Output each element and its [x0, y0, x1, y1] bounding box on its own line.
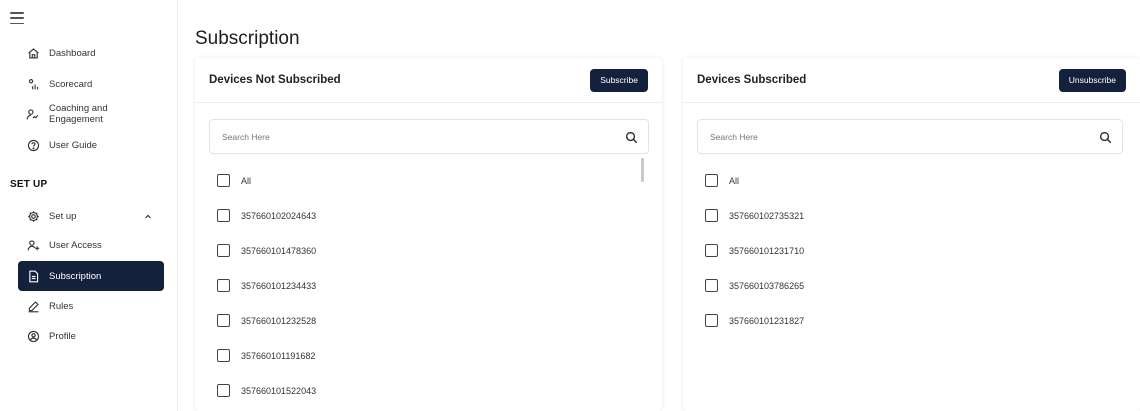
device-label: All	[729, 175, 740, 186]
sidebar-item-dashboard[interactable]: Dashboard	[18, 38, 164, 68]
device-list: All 357660102735321 357660101231710 3576…	[705, 163, 804, 338]
devices-not-subscribed-panel: Devices Not Subscribed Subscribe Search …	[195, 58, 662, 411]
search-input[interactable]: Search Here	[697, 119, 1123, 154]
sidebar-item-label: Rules	[49, 300, 74, 312]
list-item[interactable]: 357660101478360	[217, 233, 316, 268]
sidebar-item-label: Set up	[49, 210, 77, 222]
panel-header: Devices Subscribed Unsubscribe	[683, 58, 1140, 103]
sidebar-item-label: Dashboard	[49, 47, 96, 59]
gear-icon	[26, 209, 40, 223]
scorecard-icon	[26, 77, 40, 91]
sidebar-item-label: Scorecard	[49, 78, 93, 90]
list-item[interactable]: All	[217, 163, 316, 198]
sidebar-item-label: Coaching and Engagement	[48, 103, 108, 125]
device-label: 357660102024643	[241, 210, 317, 221]
panel-title: Devices Not Subscribed	[209, 74, 341, 86]
checkbox[interactable]	[217, 314, 230, 327]
panel-header: Devices Not Subscribed Subscribe	[195, 58, 662, 103]
search-icon[interactable]	[625, 131, 638, 144]
sidebar-item-scorecard[interactable]: Scorecard	[18, 69, 164, 99]
sidebar-item-coaching[interactable]: Coaching and Engagement	[18, 99, 164, 129]
section-title-setup: SET UP	[10, 179, 48, 190]
search-placeholder: Search Here	[710, 131, 758, 142]
checkbox[interactable]	[217, 279, 230, 292]
document-icon	[26, 269, 40, 283]
list-item[interactable]: 357660101231710	[705, 233, 804, 268]
device-label: 357660101231827	[729, 315, 805, 326]
list-item[interactable]: 357660101231827	[705, 303, 804, 338]
sidebar-item-rules[interactable]: Rules	[18, 291, 164, 321]
help-circle-icon	[26, 138, 40, 152]
device-label: 357660102735321	[729, 210, 805, 221]
device-label: 357660101231710	[729, 245, 805, 256]
menu-icon[interactable]	[10, 12, 24, 24]
checkbox[interactable]	[705, 209, 718, 222]
sidebar-item-setup[interactable]: Set up	[18, 201, 164, 231]
list-item[interactable]: 357660101191682	[217, 338, 316, 373]
checkbox[interactable]	[705, 279, 718, 292]
list-item[interactable]: 357660101234433	[217, 268, 316, 303]
checkbox[interactable]	[217, 244, 230, 257]
sidebar-item-profile[interactable]: Profile	[18, 321, 164, 351]
devices-subscribed-panel: Devices Subscribed Unsubscribe Search He…	[683, 58, 1140, 411]
checkbox[interactable]	[705, 174, 718, 187]
sidebar-item-user-guide[interactable]: User Guide	[18, 130, 164, 160]
sidebar-item-subscription[interactable]: Subscription	[18, 261, 164, 291]
search-icon[interactable]	[1099, 131, 1112, 144]
search-input[interactable]: Search Here	[209, 119, 649, 154]
sidebar-item-user-access[interactable]: User Access	[18, 230, 164, 260]
scrollbar[interactable]	[641, 158, 644, 182]
search-placeholder: Search Here	[222, 131, 270, 142]
device-label: 357660101478360	[241, 245, 317, 256]
edit-icon	[26, 299, 40, 313]
checkbox[interactable]	[217, 209, 230, 222]
device-label: 357660103786265	[729, 280, 805, 291]
page-title: Subscription	[195, 28, 300, 49]
user-plus-icon	[26, 238, 40, 252]
chevron-up-icon[interactable]	[144, 212, 152, 220]
subscribe-button[interactable]: Subscribe	[590, 68, 648, 92]
home-icon	[26, 46, 40, 60]
unsubscribe-button[interactable]: Unsubscribe	[1058, 68, 1126, 92]
list-item[interactable]: 357660102735321	[705, 198, 804, 233]
list-item[interactable]: 357660101522043	[217, 373, 316, 408]
device-label: All	[241, 175, 252, 186]
sidebar-item-label: Profile	[49, 330, 76, 342]
panel-title: Devices Subscribed	[697, 74, 807, 86]
list-item[interactable]: 357660103786265	[705, 268, 804, 303]
device-label: 357660101191682	[241, 350, 316, 361]
checkbox[interactable]	[705, 244, 718, 257]
sidebar: Dashboard Scorecard Coaching and Engagem…	[0, 0, 178, 411]
profile-icon	[26, 329, 40, 343]
list-item[interactable]: 357660101232528	[217, 303, 316, 338]
sidebar-item-label: Subscription	[49, 270, 102, 282]
checkbox[interactable]	[705, 314, 718, 327]
checkbox[interactable]	[217, 349, 230, 362]
checkbox[interactable]	[217, 174, 230, 187]
sidebar-item-label: User Access	[49, 239, 102, 251]
device-list: All 357660102024643 357660101478360 3576…	[217, 163, 316, 408]
list-item[interactable]: All	[705, 163, 804, 198]
device-label: 357660101234433	[241, 280, 317, 291]
checkbox[interactable]	[217, 384, 230, 397]
sidebar-item-label: User Guide	[49, 139, 98, 151]
device-label: 357660101232528	[241, 315, 317, 326]
coaching-icon	[26, 107, 40, 121]
device-label: 357660101522043	[241, 385, 317, 396]
list-item[interactable]: 357660102024643	[217, 198, 316, 233]
